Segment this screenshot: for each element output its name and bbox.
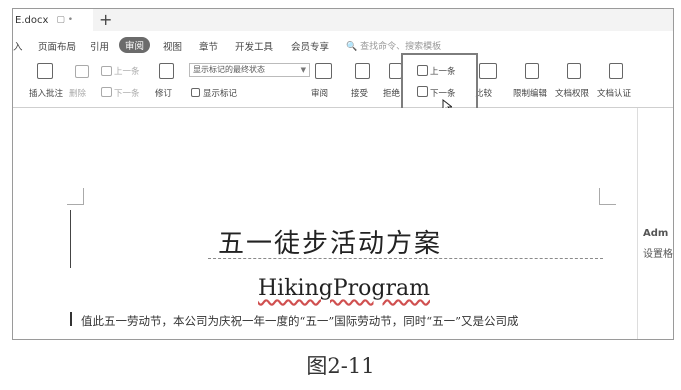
document-paragraph: 值此五一劳动节，本公司为庆祝一年一度的“五一”国际劳动节，同时“五一”又是公司成	[81, 314, 519, 328]
markup-display-value: 显示标记的最终状态	[193, 65, 265, 74]
review-ribbon: 插入批注 删除 上一条 下一条 修订 显示标记的最终状态 ▼ 显示标记 审阅 接…	[13, 55, 673, 108]
menu-bar: 入 页面布局 引用 审阅 视图 章节 开发工具 会员专享 🔍 查找命令、搜索模板	[13, 35, 673, 55]
comment-author: Adm	[643, 228, 669, 239]
document-title: 五一徒步活动方案	[218, 229, 443, 259]
next-comment-icon	[101, 87, 112, 97]
menu-item-member[interactable]: 会员专享	[291, 39, 329, 53]
restrict-edit-icon	[525, 63, 539, 79]
document-tab-name: E.docx	[15, 14, 49, 26]
insert-comment-icon	[37, 63, 53, 79]
review-pane-icon	[315, 63, 332, 79]
tab-controls-icon[interactable]: ▢ •	[56, 15, 73, 25]
delete-comment-button[interactable]: 删除	[69, 87, 86, 99]
document-permission-button[interactable]: 文档权限	[555, 87, 589, 99]
comment-text: 设置格	[643, 249, 673, 260]
document-subtitle: HikingProgram	[258, 276, 430, 301]
menu-item-view[interactable]: 视图	[163, 39, 182, 53]
tab-bar: E.docx ▢ • +	[13, 9, 673, 31]
text-cursor	[70, 210, 71, 268]
document-permission-icon	[567, 63, 581, 79]
menu-item-references[interactable]: 引用	[90, 39, 109, 53]
menu-item-developer[interactable]: 开发工具	[235, 39, 273, 53]
compare-icon	[479, 63, 497, 79]
delete-comment-icon	[75, 65, 89, 78]
menu-item-page-layout[interactable]: 页面布局	[38, 39, 76, 53]
document-page[interactable]: 五一徒步活动方案 HikingProgram 值此五一劳动节，本公司为庆祝一年一…	[13, 108, 637, 339]
next-comment-button[interactable]: 下一条	[114, 87, 140, 99]
accept-change-button[interactable]: 接受	[351, 87, 368, 99]
chevron-down-icon: ▼	[300, 66, 306, 74]
show-markup-button[interactable]: 显示标记	[203, 87, 237, 99]
menu-item-insert[interactable]: 入	[13, 39, 23, 53]
document-verify-icon	[609, 63, 623, 79]
insert-comment-button[interactable]: 插入批注	[29, 87, 63, 99]
comment-panel: Adm 设置格	[637, 108, 673, 339]
track-changes-button[interactable]: 修订	[155, 87, 172, 99]
show-markup-icon	[191, 88, 200, 97]
reject-change-button[interactable]: 拒绝	[383, 87, 400, 99]
review-pane-button[interactable]: 审阅	[311, 87, 328, 99]
search-placeholder: 查找命令、搜索模板	[360, 42, 442, 52]
markup-display-select[interactable]: 显示标记的最终状态 ▼	[189, 63, 310, 77]
document-verify-button[interactable]: 文档认证	[597, 87, 631, 99]
track-changes-icon	[159, 63, 174, 79]
page-corner-marker	[599, 188, 616, 205]
prev-comment-icon	[101, 66, 112, 76]
revision-bar	[70, 312, 72, 326]
figure-caption: 图2-11	[306, 354, 375, 378]
menu-item-review[interactable]: 审阅	[119, 37, 151, 53]
search-icon: 🔍	[346, 42, 358, 52]
accept-change-icon	[355, 63, 370, 79]
restrict-edit-button[interactable]: 限制编辑	[513, 87, 547, 99]
new-tab-button[interactable]: +	[99, 10, 112, 29]
next-change-highlight	[401, 53, 478, 115]
prev-comment-button[interactable]: 上一条	[114, 65, 140, 77]
search-command-input[interactable]: 🔍 查找命令、搜索模板	[346, 39, 441, 52]
app-window: E.docx ▢ • + 入 页面布局 引用 审阅 视图 章节 开发工具 会员专…	[12, 8, 674, 340]
page-corner-marker	[67, 188, 84, 205]
revision-connector-line	[208, 258, 603, 259]
document-tab[interactable]: E.docx ▢ •	[13, 9, 93, 31]
menu-item-chapter[interactable]: 章节	[199, 39, 218, 53]
document-workspace: 五一徒步活动方案 HikingProgram 值此五一劳动节，本公司为庆祝一年一…	[13, 108, 673, 339]
